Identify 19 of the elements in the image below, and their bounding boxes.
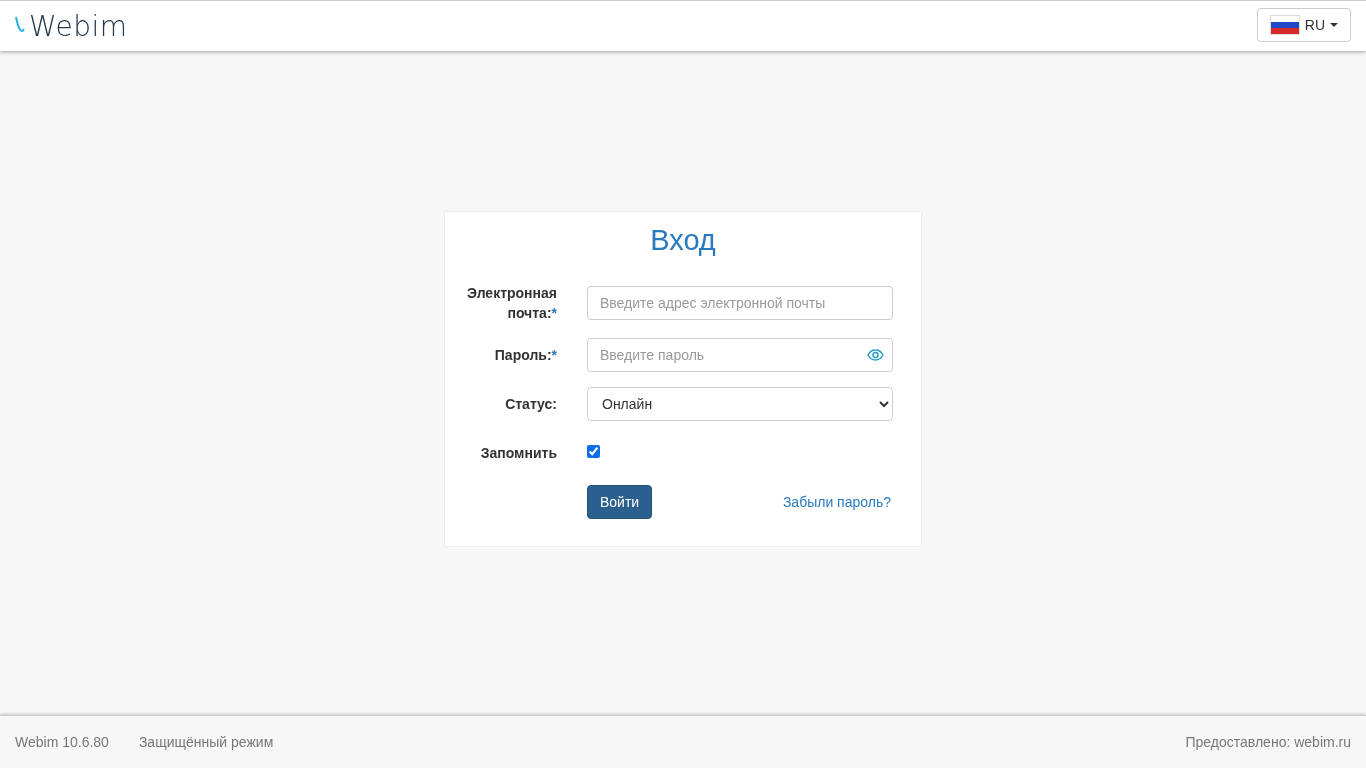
caret-icon [1330,23,1338,27]
status-select[interactable]: Онлайн [587,387,893,421]
logo-text: Webim [29,9,128,43]
login-title: Вход [649,224,717,257]
version-text: Webim 10.6.80 [15,734,109,750]
field-label: Запомнить [479,444,557,463]
field-label: Пароль:* [493,346,557,365]
forgot-password-link[interactable]: Забыли пароль? [782,494,891,510]
language-button[interactable]: RU [1256,8,1351,42]
field-label: Статус: [504,395,557,414]
login-button[interactable]: Войти [587,485,653,519]
russian-flag-icon [1269,15,1300,35]
email-field[interactable]: Введите адрес электронной почты [587,286,893,320]
provider-text: Предоставлено: webim.ru [1185,734,1351,750]
eye-icon[interactable] [867,349,884,361]
field-label: Электронная почта:* [466,284,557,323]
mode-text: Защищённый режим [138,734,274,750]
remember-checkbox[interactable] [587,445,600,458]
password-field[interactable]: Введите пароль [587,338,893,372]
